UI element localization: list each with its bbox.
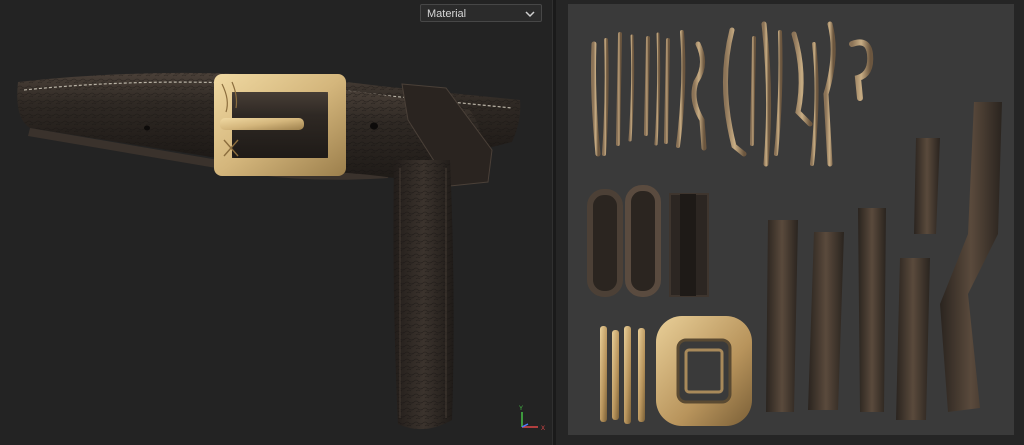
uv-texture-panel[interactable] [568, 4, 1014, 435]
axis-x-label: X [541, 426, 545, 432]
belt-3d-render [17, 72, 521, 430]
channel-dropdown[interactable]: Material [420, 4, 542, 22]
2d-uv-viewport[interactable] [556, 0, 1024, 445]
axis-gizmo: Y X [514, 402, 550, 432]
belt-buckle [214, 74, 346, 176]
uv-islands [587, 21, 1002, 426]
uv-strap-islands [766, 102, 1002, 420]
channel-dropdown-value: Material [427, 8, 467, 20]
belt-hole [370, 122, 378, 130]
uv-buckle [656, 316, 752, 426]
axis-y-label: Y [519, 406, 523, 412]
axis-gizmo-icon: Y X [519, 406, 545, 432]
belt-hole [144, 125, 150, 131]
buckle-prong [220, 118, 304, 130]
3d-viewport[interactable]: Material Y X [0, 0, 552, 445]
chevron-down-icon [525, 11, 535, 18]
uv-edge-strips [591, 21, 874, 167]
uv-prong-pieces [600, 326, 645, 424]
uv-keeper-loops [587, 185, 709, 297]
